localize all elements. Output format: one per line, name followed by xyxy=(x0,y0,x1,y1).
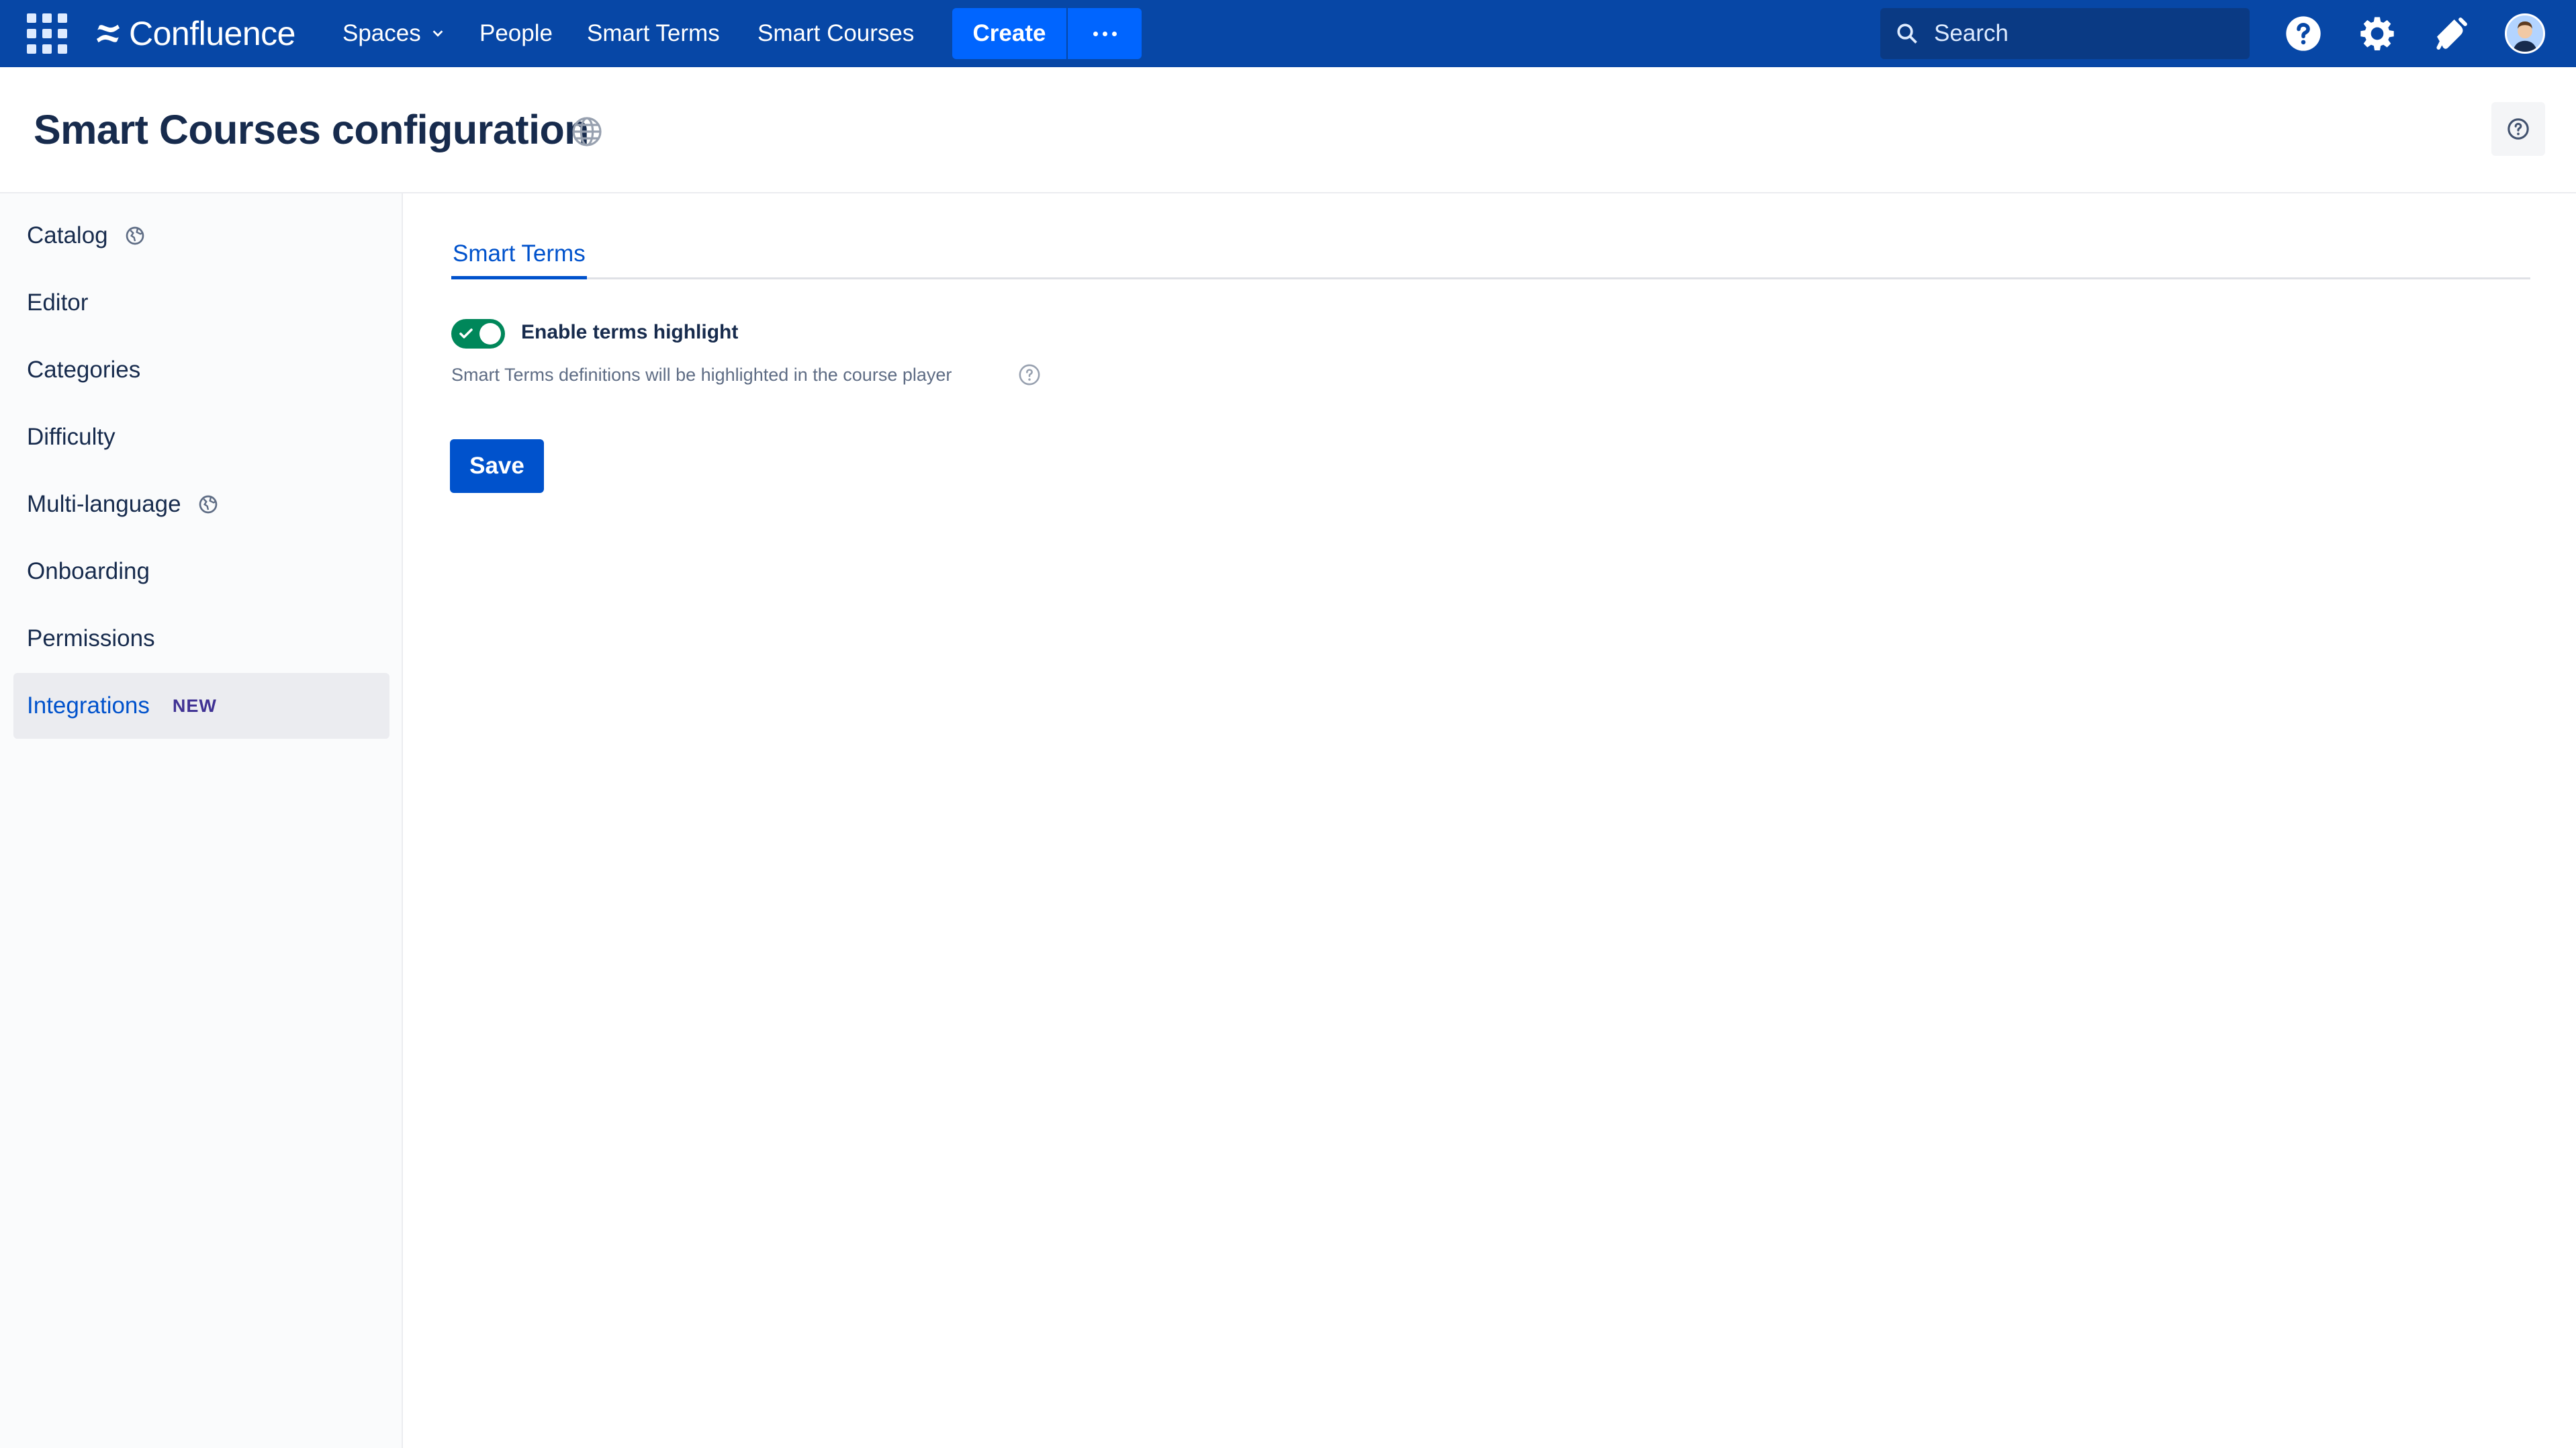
more-dot xyxy=(1111,31,1117,36)
top-navigation: Confluence Spaces People Smart Terms Sma… xyxy=(0,0,2576,67)
chevron-down-icon xyxy=(432,30,443,37)
search-input[interactable]: Search xyxy=(1880,8,2250,59)
sidebar-item-label: Categories xyxy=(27,357,141,383)
globe-icon xyxy=(199,495,217,514)
nav-smart-courses-label: Smart Courses xyxy=(757,20,915,46)
page-help-button[interactable] xyxy=(2491,102,2545,156)
toggle-knob xyxy=(479,323,501,345)
nav-spaces[interactable]: Spaces xyxy=(342,17,445,50)
new-badge: NEW xyxy=(172,695,217,716)
question-circle-icon[interactable] xyxy=(1018,363,1041,386)
notifications-megaphone-icon[interactable] xyxy=(2431,13,2471,54)
nav-smart-terms[interactable]: Smart Terms xyxy=(587,17,720,50)
nav-smart-terms-label: Smart Terms xyxy=(587,20,720,46)
settings-sidebar: Catalog Editor Categories Difficulty Mul… xyxy=(0,193,403,1448)
more-options-button[interactable] xyxy=(1068,8,1142,59)
confluence-logo-icon xyxy=(96,24,120,43)
tab-smart-terms[interactable]: Smart Terms xyxy=(451,240,587,279)
create-button[interactable]: Create xyxy=(952,8,1066,59)
more-dot xyxy=(1102,31,1107,36)
sidebar-item-difficulty[interactable]: Difficulty xyxy=(13,404,389,470)
sidebar-item-categories[interactable]: Categories xyxy=(13,337,389,403)
toggle-label: Enable terms highlight xyxy=(521,321,739,343)
sidebar-item-label: Catalog xyxy=(27,222,108,248)
sidebar-item-label: Difficulty xyxy=(27,424,116,450)
more-dot xyxy=(1093,31,1098,36)
sidebar-item-permissions[interactable]: Permissions xyxy=(13,606,389,672)
sidebar-item-label: Integrations xyxy=(27,692,150,719)
globe-icon xyxy=(126,226,144,245)
main-content: Smart Terms Enable terms highlight Smart… xyxy=(404,193,2576,1448)
sidebar-item-label: Multi-language xyxy=(27,491,181,517)
page-title: Smart Courses configuration xyxy=(34,107,590,152)
app-switcher-icon[interactable] xyxy=(27,13,67,54)
tab-bar: Smart Terms xyxy=(451,240,2530,279)
sidebar-item-label: Permissions xyxy=(27,625,155,651)
search-icon xyxy=(1897,24,1917,44)
enable-terms-highlight-toggle[interactable] xyxy=(451,319,505,349)
question-circle-icon xyxy=(2508,118,2529,140)
help-icon[interactable] xyxy=(2283,13,2324,54)
search-placeholder: Search xyxy=(1934,20,2009,46)
avatar-face-icon xyxy=(2507,15,2543,52)
sidebar-item-label: Editor xyxy=(27,289,89,316)
sidebar-item-label: Onboarding xyxy=(27,558,150,584)
globe-icon xyxy=(572,117,602,146)
sidebar-item-editor[interactable]: Editor xyxy=(13,270,389,336)
helper-text: Smart Terms definitions will be highligh… xyxy=(451,365,952,385)
sidebar-item-multi-language[interactable]: Multi-language xyxy=(13,471,389,537)
nav-smart-courses[interactable]: Smart Courses xyxy=(757,17,914,50)
sidebar-item-integrations[interactable]: Integrations NEW xyxy=(13,673,389,739)
page-header: Smart Courses configuration xyxy=(0,67,2576,193)
settings-gear-icon[interactable] xyxy=(2357,13,2397,54)
check-icon xyxy=(459,328,473,338)
sidebar-item-onboarding[interactable]: Onboarding xyxy=(13,539,389,604)
nav-people[interactable]: People xyxy=(479,17,553,50)
nav-people-label: People xyxy=(479,20,553,46)
save-button[interactable]: Save xyxy=(450,439,544,493)
user-avatar[interactable] xyxy=(2505,13,2545,54)
logo-text: Confluence xyxy=(129,15,295,52)
confluence-logo[interactable]: Confluence xyxy=(94,12,295,55)
sidebar-item-catalog[interactable]: Catalog xyxy=(13,203,389,269)
nav-spaces-label: Spaces xyxy=(342,20,421,46)
